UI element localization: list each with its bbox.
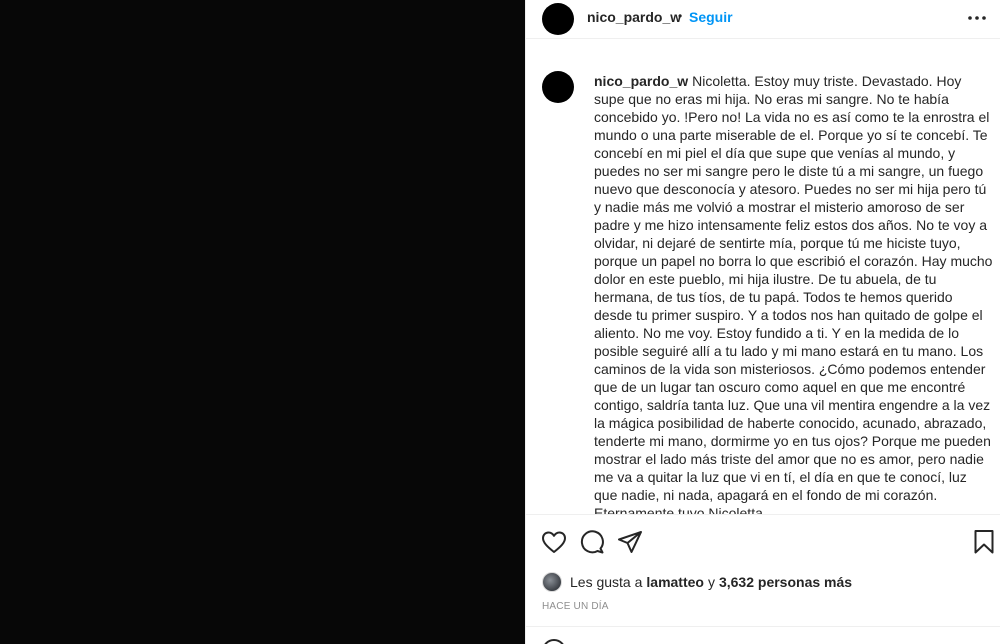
post-timestamp[interactable]: HACE UN DÍA [542,601,609,612]
caption-body: nico_pardo_w Nicoletta. Estoy muy triste.… [594,72,994,515]
post-side-panel: nico_pardo_w • Seguir nico_pardo_w Nicole… [525,0,1000,644]
paper-plane-icon[interactable] [616,528,644,556]
add-comment-bar [526,626,1000,644]
post-media[interactable] [0,0,525,644]
liker-username[interactable]: lamatteo [646,574,704,590]
author-avatar[interactable] [542,3,574,35]
post-actions [526,526,1000,566]
heart-icon[interactable] [540,528,568,556]
likes-conjunction: y [707,574,715,590]
post-header: nico_pardo_w • Seguir [526,0,1000,38]
caption-author-avatar[interactable] [542,71,574,103]
caption-username[interactable]: nico_pardo_w [594,73,688,89]
emoji-icon[interactable] [542,639,566,644]
likes-prefix: Les gusta a [570,574,643,590]
header-separator: • [678,9,683,23]
bookmark-icon[interactable] [970,528,998,556]
likes-count[interactable]: 3,632 personas más [719,574,852,590]
more-options-icon[interactable] [965,8,989,28]
follow-button[interactable]: Seguir [689,9,733,25]
caption-text: Nicoletta. Estoy muy triste. Devastado. … [594,73,993,515]
liker-avatar[interactable] [542,572,562,592]
likes-summary: Les gusta a lamatteo y 3,632 personas má… [542,571,852,593]
author-username[interactable]: nico_pardo_w [587,9,681,25]
comment-icon[interactable] [578,528,606,556]
comments-section[interactable]: nico_pardo_w Nicoletta. Estoy muy triste.… [526,38,1000,515]
